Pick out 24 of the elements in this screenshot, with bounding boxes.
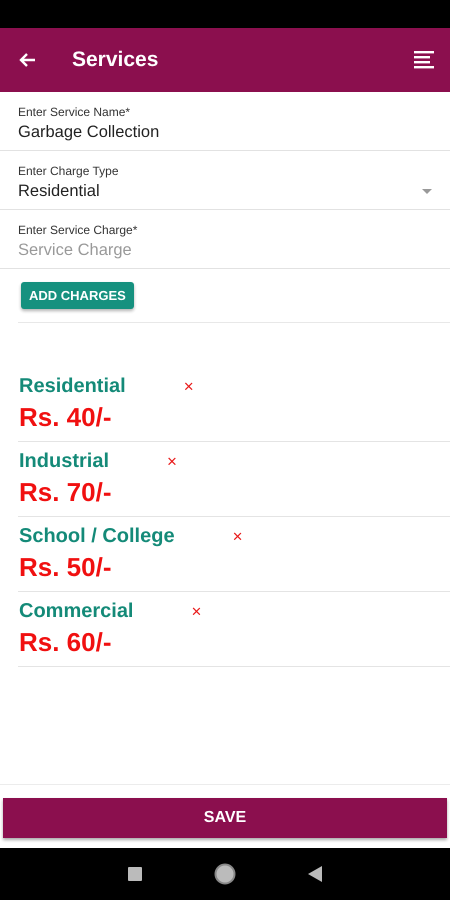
remove-button[interactable]: × (192, 603, 202, 620)
back-nav-button[interactable] (308, 866, 322, 882)
charge-type: School / College (19, 525, 175, 548)
charge-type: Residential (19, 375, 126, 398)
remove-button[interactable]: × (167, 453, 177, 470)
charge-amount: Rs. 40/- (19, 402, 112, 433)
field-label: Enter Service Name* (18, 105, 132, 119)
select-field[interactable]: Residential (18, 182, 432, 201)
back-button[interactable] (18, 52, 36, 68)
remove-button[interactable]: × (232, 528, 243, 545)
home-button[interactable] (214, 863, 236, 885)
charge-amount: Rs. 50/- (19, 552, 112, 583)
charge-type: Commercial (19, 600, 134, 623)
dropdown-icon (422, 189, 432, 194)
field-label: Enter Service Charge* (18, 223, 138, 237)
page-title: Services (72, 48, 160, 72)
remove-button[interactable]: × (184, 378, 194, 395)
menu-button[interactable] (414, 50, 434, 70)
charge-type: Industrial (19, 450, 110, 473)
add-charges-button[interactable]: ADD CHARGES (21, 282, 134, 309)
save-button[interactable]: SAVE (3, 798, 447, 838)
charge-amount: Rs. 70/- (19, 477, 112, 508)
field-label: Enter Charge Type (18, 164, 120, 178)
charge-amount: Rs. 60/- (19, 627, 112, 658)
